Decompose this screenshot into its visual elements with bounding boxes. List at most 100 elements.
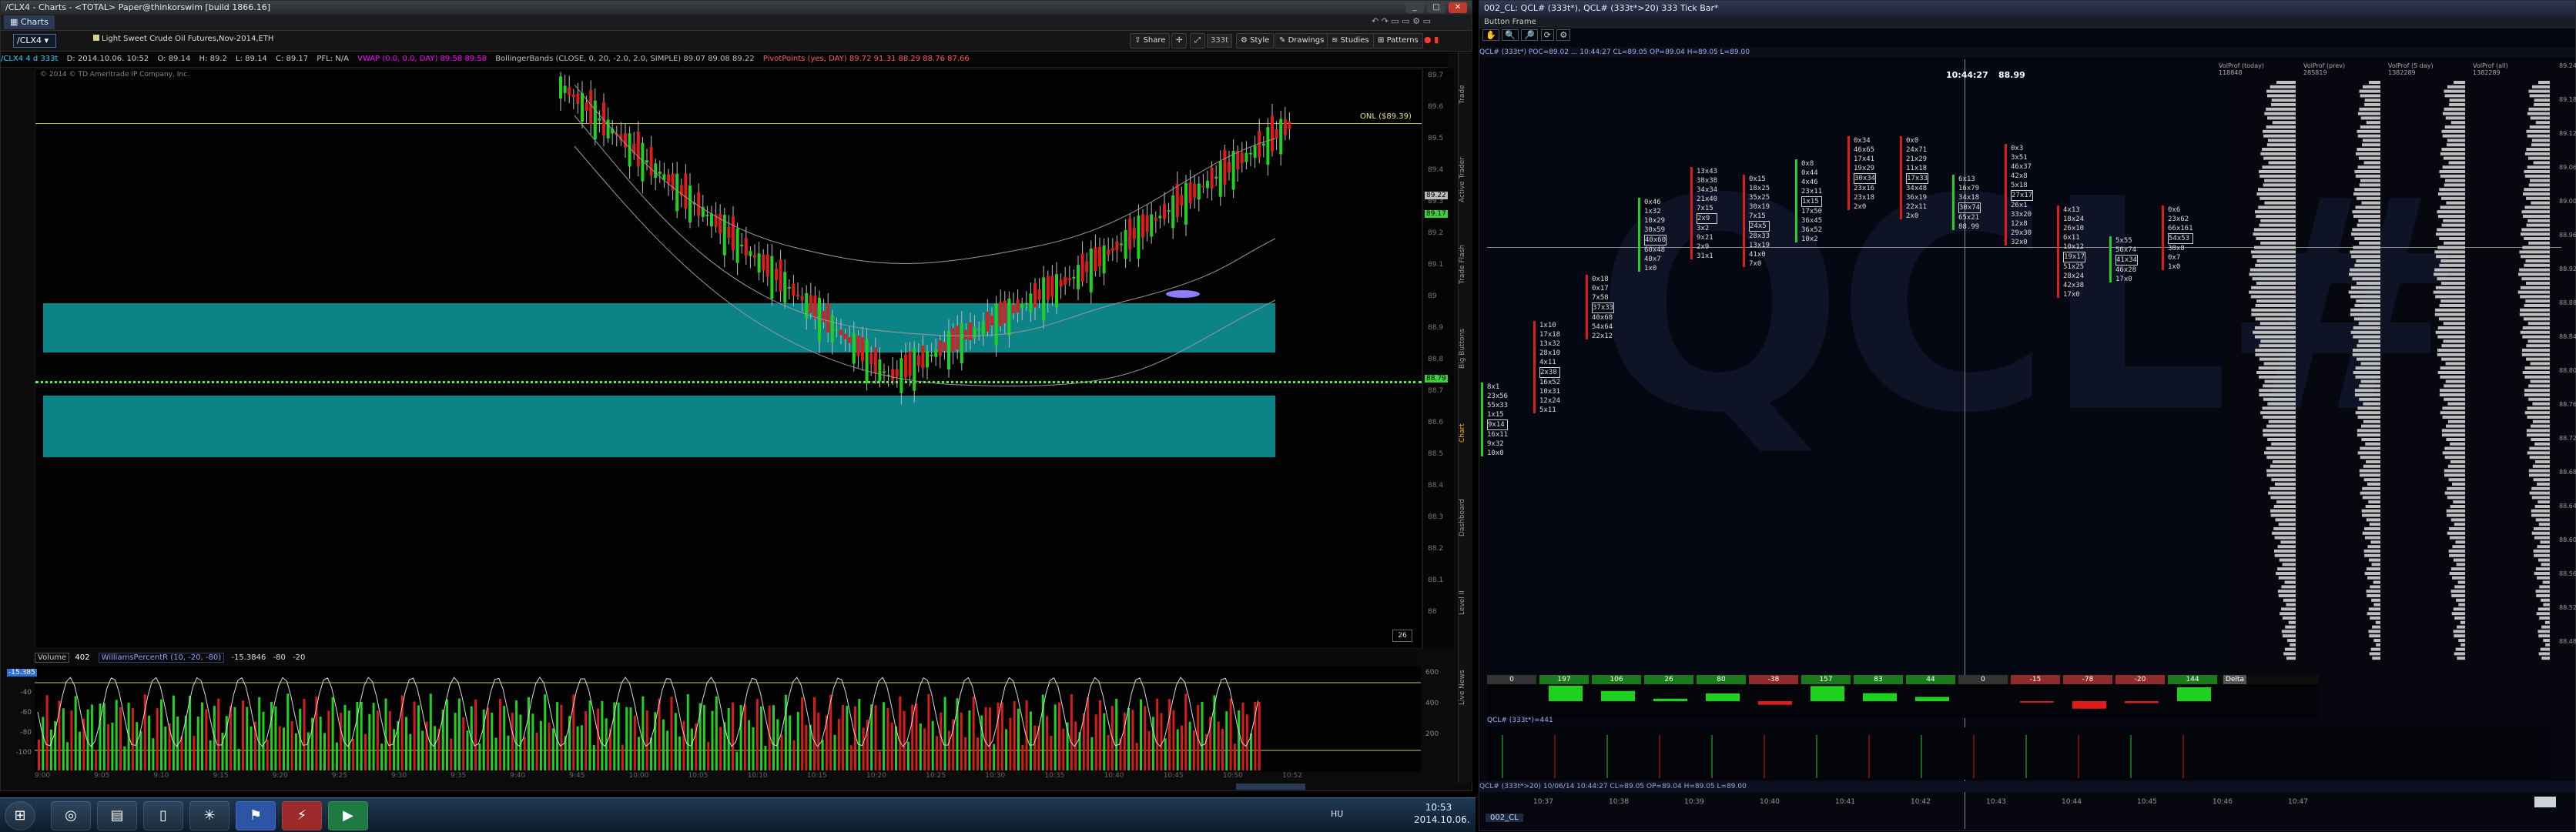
footprint-cell: 21x40 [1697, 195, 1718, 203]
chrome-icon[interactable]: ◎ [51, 801, 91, 830]
volprofile-bar [2281, 630, 2296, 633]
footprint-bar[interactable]: 8x1 23x56 55x33 1x15 9x14 16x11 9x32 10x0 [1481, 383, 1509, 458]
share-button[interactable]: ⇪ Share [1130, 33, 1171, 48]
delta-bar [1653, 698, 1687, 701]
footprint-bar[interactable]: 0x3 3x51 46x37 42x8 5x18 27x17 26x1 33x20 12x8 29… [2005, 144, 2034, 247]
volume-bar [662, 719, 665, 770]
volprofile-bar [2531, 531, 2550, 535]
footprint-bar[interactable]: 0x8 0x44 4x46 23x11 1x15 17x50 36x45 36x52 10x2 [1795, 159, 1823, 244]
footprint-bar[interactable]: 0x34 46x65 17x41 19x29 30x34 23x16 23x18 2x0 [1847, 136, 1877, 212]
refresh-button[interactable]: ⟳ [1540, 29, 1554, 41]
footprint-cell: 0x8 [1801, 160, 1814, 168]
scrollbar-thumb[interactable] [1236, 784, 1305, 790]
chart-icon: ▦ [10, 17, 21, 27]
time-tick-label: 10:39 [1684, 798, 1704, 806]
volume-bar [801, 697, 804, 770]
footprint-bar[interactable]: 0x15 18x25 35x25 30x19 7x15 24x5 28x33 13x19 41x… [1743, 175, 1770, 269]
delta-bar [1601, 690, 1635, 701]
language-indicator[interactable]: HU [1331, 809, 1343, 819]
side-tab-live-news[interactable]: Live News [1459, 649, 1472, 726]
side-tab-active-trader[interactable]: Active Trader [1459, 141, 1472, 218]
volprofile-bar [2543, 639, 2550, 642]
aggregation-badge[interactable]: 333t [1207, 34, 1233, 48]
volprofile-bar [2441, 357, 2465, 361]
system-clock[interactable]: 10:53 2014.10.06. [1414, 801, 1470, 826]
volume-bar [38, 740, 40, 770]
drawings-button[interactable]: ✎ Drawings [1275, 33, 1329, 48]
delta-histogram[interactable] [1487, 684, 2319, 718]
candle-body [598, 118, 601, 121]
volprofile-bar [2278, 523, 2296, 526]
green-flag-app-icon[interactable]: ▶ [328, 801, 368, 830]
footprint-bar[interactable]: 0x6 23x62 66x161 54x53 38x8 0x7 1x0 [2162, 205, 2193, 272]
footprint-cell: 0x46 [1644, 199, 1661, 206]
blue-app-icon[interactable]: ⚑ [236, 801, 276, 830]
candle-body [951, 328, 955, 353]
footprint-bar[interactable]: 5x55 56x74 41x34 46x28 17x0 [2109, 236, 2139, 284]
close-button[interactable]: ✕ [1449, 2, 1467, 13]
volprofile-bar [2262, 406, 2296, 410]
price-chart-pane[interactable]: © 2014 © TD Ameritrade IP Company, Inc. … [35, 68, 1422, 649]
red-app-icon[interactable]: ⚡ [282, 801, 322, 830]
footprint-bar[interactable]: 0x0 24x71 21x29 11x18 17x33 34x48 36x19 22x11 2x… [1900, 136, 1929, 221]
side-tab-dashboard[interactable]: Dashboard [1459, 479, 1472, 556]
volume-bar [364, 733, 367, 770]
volprofile-bar [2359, 89, 2380, 93]
volprofile-bar [2534, 99, 2550, 102]
footprint-bar[interactable]: 13x43 38x38 34x34 21x40 7x15 2x9 3x2 9x21 2x9 31x… [1690, 167, 1718, 261]
side-tab-trade[interactable]: Trade [1459, 56, 1472, 133]
notepad-icon[interactable]: ▯ [143, 801, 183, 830]
green-app-icon[interactable]: ✳ [189, 801, 229, 830]
settings-button[interactable]: ⚙ [1556, 29, 1571, 41]
layout-icons[interactable]: ↶ ↷ ▭ ▭ ⚙ ▭ [1372, 16, 1431, 26]
studies-button[interactable]: ≋ Studies [1327, 33, 1374, 48]
volume-ticks-pane[interactable] [1487, 727, 2550, 780]
style-button[interactable]: ⚙ Style [1236, 33, 1275, 48]
window-title-bar[interactable]: /CLX4 - Charts - <TOTAL> Paper@thinkorsw… [1, 1, 1472, 15]
horizontal-scrollbar[interactable] [35, 783, 1421, 790]
explorer-icon[interactable]: ▤ [97, 801, 137, 830]
candle-body [581, 92, 584, 122]
volume-bar [915, 703, 918, 770]
zoom-tool-button[interactable]: ⤢ [1190, 33, 1205, 48]
hand-tool-button[interactable]: ✋ [1482, 29, 1499, 41]
tab-charts[interactable]: ▦ Charts [4, 15, 55, 29]
footprint-cell: 4x46 [1801, 179, 1818, 186]
time-tick-label: 10:43 [1986, 798, 2006, 806]
footprint-bar[interactable]: 1x10 17x18 13x32 28x10 4x11 2x38 16x52 10x31 12x… [1533, 321, 1561, 415]
tab-002-cl[interactable]: 002_CL [1486, 814, 1523, 822]
footprint-chart[interactable]: QCL# 10:44:27 88.99 8x1 23x56 55x33 1x15 9x1… [1481, 59, 2561, 829]
price-axis[interactable]: 89.7 89.6 89.5 89.4 89.3 89.2 89.1 89 88.9 88.8 88… [1422, 68, 1454, 647]
window-title-bar[interactable]: 002_CL: QCL# (333t*), QCL# (333t*>20) 33… [1479, 1, 2575, 16]
crosshair-tool-button[interactable]: ✢ [1171, 33, 1188, 48]
volprofile-bar [2373, 603, 2380, 606]
volume-bar [1258, 702, 1261, 770]
side-tab-trade-flash[interactable]: Trade Flash [1459, 226, 1472, 302]
footprint-bar[interactable]: 0x18 0x17 7x58 37x33 40x68 54x64 22x12 [1586, 275, 1615, 341]
volprofile-bar [2370, 540, 2380, 544]
footprint-cell: 0x6 [2168, 206, 2181, 214]
footprint-bar[interactable]: 6x13 16x79 34x18 30x74 65x21 88.99 [1952, 175, 1981, 232]
volume-profile-panel[interactable]: VolProf (today) 118848 VolProf (prev) 28581… [2219, 62, 2558, 670]
side-tab-level-ii[interactable]: Level II [1459, 564, 1472, 641]
minimize-button[interactable]: _ [1405, 2, 1424, 13]
footprint-bar[interactable]: 0x46 1x32 10x29 30x59 40x60 60x48 40x7 1x0 [1638, 198, 1667, 273]
footprint-bar[interactable]: 4x13 18x24 26x10 6x11 10x12 19x17 51x25 28x24 42… [2057, 205, 2086, 299]
side-tab-chart[interactable]: Chart [1459, 395, 1472, 472]
volume-bar [498, 698, 501, 770]
time-tick-label: 9:25 [331, 772, 347, 780]
symbol-input[interactable]: /CLX4 ▾ [13, 34, 56, 48]
zoom-out-button[interactable]: 🔎 [1521, 29, 1539, 41]
windows-start-icon[interactable]: ⊞ [5, 801, 35, 830]
volume-williams-pane[interactable]: -15.385 [7, 666, 1421, 772]
corner-widget[interactable] [2534, 797, 2556, 807]
volume-bar [678, 736, 682, 770]
patterns-button[interactable]: ⊞ Patterns [1373, 33, 1423, 48]
footprint-cell: 13x19 [1749, 242, 1770, 249]
maximize-button[interactable]: □ [1427, 2, 1445, 13]
side-tab-big-buttons[interactable]: Big Buttons [1459, 310, 1472, 387]
volprofile-bar [2277, 590, 2296, 593]
zoom-tool-button[interactable]: 🔍 [1502, 29, 1519, 41]
volume-bar [1103, 713, 1106, 770]
volprofile-bar [2540, 647, 2550, 651]
